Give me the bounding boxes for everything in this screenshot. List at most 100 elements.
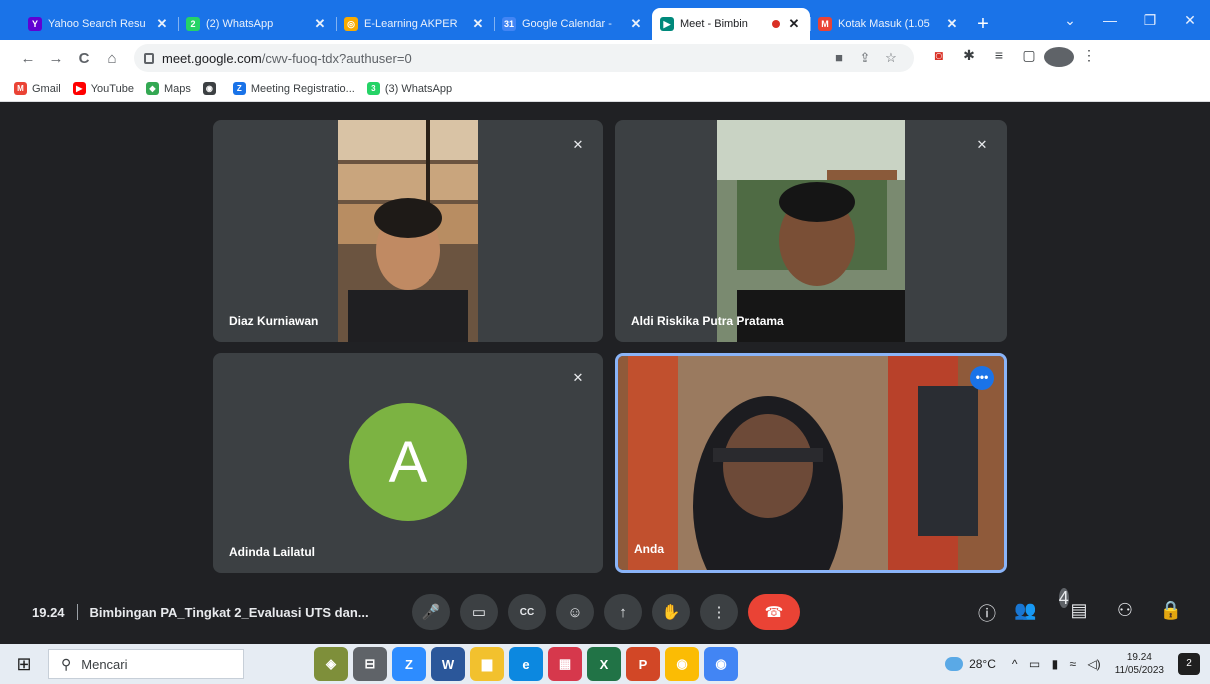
notification-center-icon[interactable]: 2 — [1178, 653, 1200, 675]
extension-icon[interactable]: ◙ — [924, 47, 954, 70]
microphone-button[interactable]: 🎤 — [412, 594, 450, 630]
meet-stage: ✕ Diaz Kurniawan ✕ Aldi Riskika Putra Pr… — [0, 102, 1210, 642]
maps-icon: ◆ — [145, 82, 159, 95]
profile-avatar[interactable] — [1044, 46, 1074, 70]
raise-hand-button[interactable]: ✋ — [652, 594, 690, 630]
camera-in-use-icon[interactable]: ■ — [826, 50, 852, 66]
close-tab-icon[interactable]: ✕ — [154, 16, 170, 32]
zoom-icon: Z — [232, 82, 246, 95]
close-tab-icon[interactable]: ✕ — [628, 16, 644, 32]
tab-elearning[interactable]: ◎ E-Learning AKPER ✕ — [336, 8, 494, 40]
camera-button[interactable]: ▭ — [460, 594, 498, 630]
tab-gmail-inbox[interactable]: M Kotak Masuk (1.05 ✕ — [810, 8, 968, 40]
chrome-profile-app-icon[interactable]: ◉ — [704, 647, 738, 681]
self-video-tile[interactable]: ••• Anda — [615, 353, 1007, 573]
show-hidden-icons-icon[interactable]: ^ — [1012, 657, 1018, 671]
bookmark-whatsapp[interactable]: 3 (3) WhatsApp — [366, 82, 452, 95]
tab-whatsapp[interactable]: 2 (2) WhatsApp ✕ — [178, 8, 336, 40]
back-icon[interactable]: ← — [14, 50, 42, 67]
video-frame-image — [618, 356, 1004, 570]
reload-icon[interactable]: C — [70, 50, 98, 67]
powerpoint-app-icon[interactable]: P — [626, 647, 660, 681]
captions-button[interactable]: CC — [508, 594, 546, 630]
share-icon[interactable]: ⇪ — [852, 50, 878, 66]
participant-tile[interactable]: ✕ Diaz Kurniawan — [213, 120, 603, 342]
weather-widget[interactable]: 28°C — [945, 657, 996, 671]
tab-search-icon[interactable]: ⌄ — [1050, 12, 1090, 29]
emoji-reaction-button[interactable]: ☺ — [556, 594, 594, 630]
tab-meet[interactable]: ▶ Meet - Bimbin ✕ — [652, 8, 810, 40]
zoom-app-icon[interactable]: Z — [392, 647, 426, 681]
more-options-button[interactable]: ⋮ — [700, 594, 738, 630]
forward-icon[interactable]: → — [42, 50, 70, 67]
close-tab-icon[interactable]: ✕ — [470, 16, 486, 32]
meeting-info-icon[interactable]: ⓘ — [964, 600, 1010, 626]
participant-name: Diaz Kurniawan — [229, 314, 319, 328]
bookmark-label: Maps — [163, 82, 191, 95]
clock-date: 11/05/2023 — [1114, 665, 1164, 676]
restore-button[interactable]: ❐ — [1130, 12, 1170, 29]
app-icon[interactable]: ◈ — [314, 647, 348, 681]
reading-list-icon[interactable]: ≡ — [984, 47, 1014, 70]
taskbar-search-input[interactable]: ⚲ Mencari — [48, 649, 244, 679]
close-tab-icon[interactable]: ✕ — [944, 16, 960, 32]
call-controls: 🎤 ▭ CC ☺ ↑ ✋ ⋮ ☎ — [412, 594, 810, 630]
new-tab-button[interactable]: + — [968, 8, 998, 40]
bookmark-gmail[interactable]: M Gmail — [14, 82, 61, 95]
activities-icon[interactable]: ⚇ — [1102, 600, 1148, 626]
bookmark-globe[interactable]: ◉ — [202, 82, 221, 95]
task-view-icon[interactable]: ⊟ — [353, 647, 387, 681]
bookmark-label: Meeting Registratio... — [250, 82, 355, 95]
more-options-icon[interactable]: ••• — [970, 366, 994, 390]
extensions-puzzle-icon[interactable]: ✱ — [954, 47, 984, 70]
calculator-app-icon[interactable]: ▦ — [548, 647, 582, 681]
tab-google-calendar[interactable]: 31 Google Calendar - ✕ — [494, 8, 652, 40]
participant-tile[interactable]: A ✕ Adinda Lailatul — [213, 353, 603, 573]
system-tray: 28°C ^ ▭ ▮ ≈ ◁) 19.24 11/05/2023 2 — [945, 644, 1210, 684]
windows-start-icon[interactable]: ⊞ — [0, 654, 48, 675]
browser-tabstrip: Y Yahoo Search Resu ✕ 2 (2) WhatsApp ✕ ◎… — [0, 0, 1210, 40]
file-explorer-icon[interactable]: ▆ — [470, 647, 504, 681]
tray-icons: ^ ▭ ▮ ≈ ◁) — [1012, 657, 1109, 671]
side-panel-icon[interactable]: ▢ — [1014, 47, 1044, 70]
lock-icon[interactable] — [144, 52, 154, 64]
bookmark-youtube[interactable]: ▶ YouTube — [72, 82, 134, 95]
network-icon[interactable]: ≈ — [1070, 657, 1077, 671]
muted-mic-icon: ✕ — [572, 137, 584, 152]
chat-icon[interactable]: ▤ — [1056, 600, 1102, 626]
tab-title: (2) WhatsApp — [206, 18, 274, 30]
close-tab-icon[interactable]: ✕ — [312, 16, 328, 32]
participant-tile[interactable]: ✕ Aldi Riskika Putra Pratama — [615, 120, 1007, 342]
word-app-icon[interactable]: W — [431, 647, 465, 681]
system-clock[interactable]: 19.24 11/05/2023 — [1115, 651, 1164, 677]
edge-browser-icon[interactable]: e — [509, 647, 543, 681]
microphone-tray-icon[interactable]: ▮ — [1052, 657, 1059, 671]
participant-name: Anda — [634, 542, 664, 556]
people-icon[interactable]: 👥 4 — [1010, 588, 1069, 626]
url-input[interactable]: meet.google.com /cwv-fuoq-tdx?authuser=0… — [134, 44, 914, 72]
volume-icon[interactable]: ◁) — [1087, 657, 1100, 671]
taskbar-apps: ◈ ⊟ Z W ▆ e ▦ X P ◉ ◉ — [314, 647, 743, 681]
bookmark-maps[interactable]: ◆ Maps — [145, 82, 191, 95]
windows-taskbar: ⊞ ⚲ Mencari ◈ ⊟ Z W ▆ e ▦ X P ◉ ◉ 28°C ^… — [0, 644, 1210, 684]
battery-icon[interactable]: ▭ — [1029, 657, 1040, 671]
bookmark-label: Gmail — [32, 82, 61, 95]
home-icon[interactable]: ⌂ — [98, 50, 126, 67]
minimize-button[interactable]: — — [1090, 12, 1130, 28]
more-menu-icon[interactable]: ⋮ — [1074, 47, 1104, 70]
meeting-time: 19.24 — [32, 604, 65, 620]
tab-yahoo-search[interactable]: Y Yahoo Search Resu ✕ — [20, 8, 178, 40]
search-icon: ⚲ — [61, 655, 72, 672]
present-screen-button[interactable]: ↑ — [604, 594, 642, 630]
meeting-title: Bimbingan PA_Tingkat 2_Evaluasi UTS dan.… — [89, 604, 369, 620]
chrome-app-icon[interactable]: ◉ — [665, 647, 699, 681]
close-tab-icon[interactable]: ✕ — [786, 16, 802, 32]
excel-app-icon[interactable]: X — [587, 647, 621, 681]
recording-indicator-icon — [772, 20, 780, 28]
host-controls-icon[interactable]: 🔒 — [1148, 600, 1194, 626]
calendar-favicon-icon: 31 — [502, 17, 516, 31]
leave-call-button[interactable]: ☎ — [748, 594, 800, 630]
bookmark-star-icon[interactable]: ☆ — [878, 50, 904, 66]
bookmark-meeting-registration[interactable]: Z Meeting Registratio... — [232, 82, 355, 95]
close-window-button[interactable]: ✕ — [1170, 12, 1210, 29]
